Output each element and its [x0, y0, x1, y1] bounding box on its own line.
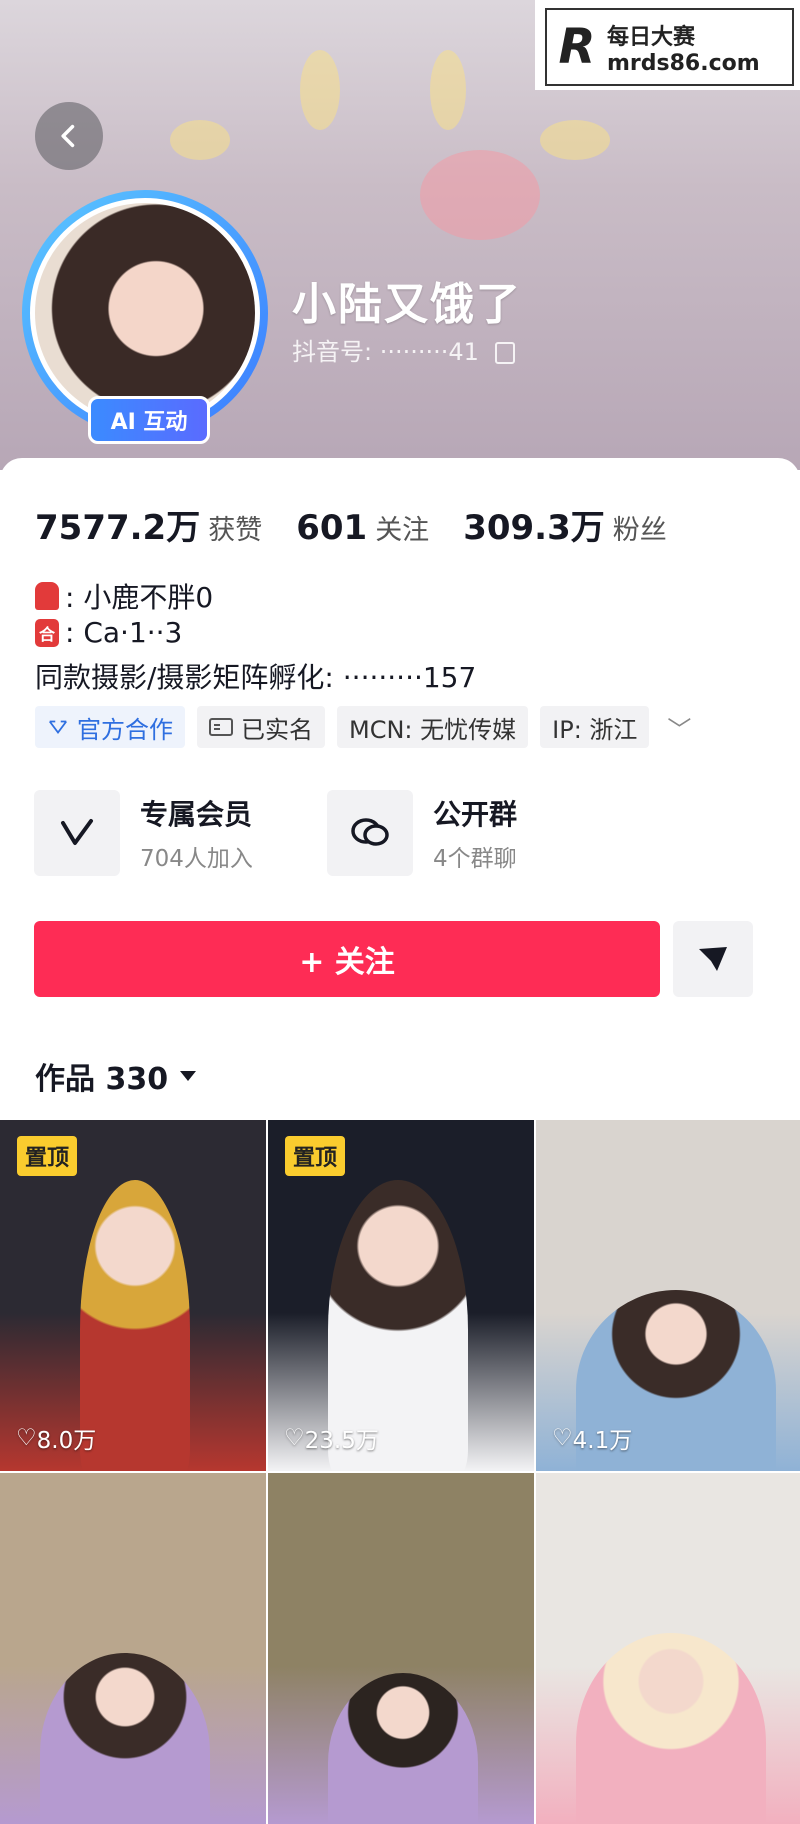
video-thumbnail[interactable]: [536, 1473, 800, 1824]
decor-sun-ray: [430, 50, 466, 130]
decor-bow: [420, 150, 540, 240]
video-likes: ♡ 8.0万: [16, 1421, 96, 1455]
avatar-photo: [35, 203, 255, 423]
membership-title: 专属会员: [140, 798, 253, 831]
douyin-id-text: 抖音号: ·········41: [292, 338, 479, 366]
bio-line-2: 合 : Ca·1··3: [35, 616, 182, 649]
douyin-id[interactable]: 抖音号: ·········41: [292, 332, 515, 367]
avatar[interactable]: [30, 198, 260, 428]
handshake-icon: [49, 720, 67, 735]
video-thumbnail[interactable]: [268, 1473, 534, 1824]
chevron-left-icon: [61, 124, 75, 148]
bio-line-3: 同款摄影/摄影矩阵孵化: ·········157: [35, 656, 476, 696]
v-member-icon: [34, 790, 120, 876]
bio-line-3-text: 同款摄影/摄影矩阵孵化: ·········157: [35, 661, 477, 694]
send-icon: [699, 947, 727, 971]
id-card-icon: [209, 718, 233, 736]
followers-count[interactable]: 309.3万: [463, 500, 605, 549]
likes-count: 8.0万: [36, 1428, 97, 1454]
watermark-title: 每日大赛: [607, 24, 696, 50]
group-title: 公开群: [433, 798, 518, 831]
group-subtitle: 4个群聊: [433, 846, 517, 872]
collab-badge-icon: 合: [35, 618, 59, 647]
tab-works[interactable]: 作品 330: [35, 1054, 198, 1098]
tag-ip-location[interactable]: IP: 浙江: [540, 706, 650, 748]
tag-mcn[interactable]: MCN: 无忧传媒: [337, 706, 529, 748]
copy-icon[interactable]: [494, 342, 515, 364]
likes-count: 7577.2万: [35, 508, 201, 548]
video-thumbnail[interactable]: [0, 1473, 266, 1824]
watermark-url: mrds86.com: [607, 50, 760, 76]
membership-subtitle: 704人加入: [140, 846, 253, 872]
tag-label: 已实名: [241, 715, 313, 744]
followers-label[interactable]: 粉丝: [613, 508, 667, 547]
pinned-badge: 置顶: [285, 1136, 346, 1176]
bio-line-1-text: : 小鹿不胖0: [65, 581, 214, 614]
red-scarf-icon: [35, 582, 59, 610]
video-likes: ♡ 23.5万: [284, 1421, 379, 1455]
following-label[interactable]: 关注: [375, 508, 429, 547]
thumbnail-figure: [80, 1180, 190, 1471]
works-tab-label: 作品 330: [35, 1062, 169, 1097]
tag-official-cooperation[interactable]: 官方合作: [35, 706, 185, 748]
watermark-logo: R: [558, 19, 596, 75]
video-likes: ♡ 4.1万: [552, 1421, 632, 1455]
public-group[interactable]: 公开群 4个群聊: [327, 790, 517, 876]
back-button[interactable]: [35, 102, 103, 170]
bio-line-1: : 小鹿不胖0: [35, 576, 213, 616]
pinned-badge: 置顶: [17, 1136, 78, 1176]
watermark-box: R 每日大赛 mrds86.com: [545, 8, 794, 86]
profile-nickname: 小陆又饿了: [292, 279, 522, 330]
tag-verified[interactable]: 已实名: [197, 706, 325, 748]
likes-count: 4.1万: [572, 1428, 633, 1454]
decor-sun-ray: [540, 120, 610, 160]
profile-stats: 7577.2万 获赞 601 关注 309.3万 粉丝: [35, 500, 701, 549]
exclusive-membership[interactable]: 专属会员 704人加入: [34, 790, 253, 876]
video-thumbnail[interactable]: 置顶 ♡ 23.5万: [268, 1120, 534, 1471]
video-thumbnail[interactable]: ♡ 4.1万: [536, 1120, 800, 1471]
video-thumbnail[interactable]: 置顶 ♡ 8.0万: [0, 1120, 266, 1471]
ai-interaction-badge[interactable]: AI 互动: [88, 396, 210, 444]
tag-label: IP: 浙江: [552, 715, 638, 744]
caret-down-icon: [180, 1071, 197, 1081]
follow-button[interactable]: + 关注: [34, 921, 660, 997]
tag-label: 官方合作: [77, 715, 173, 744]
chevron-down-icon[interactable]: ﹀: [667, 710, 691, 745]
following-count[interactable]: 601: [296, 508, 367, 548]
video-grid: 置顶 ♡ 8.0万 置顶 ♡ 23.5万 ♡ 4.1万: [0, 1120, 800, 1824]
decor-sun-ray: [170, 120, 230, 160]
chat-group-icon: [327, 790, 413, 876]
decor-sun-ray: [300, 50, 340, 130]
watermark: R 每日大赛 mrds86.com: [535, 0, 800, 90]
share-button[interactable]: [673, 921, 753, 997]
profile-tags: 官方合作 已实名 MCN: 无忧传媒 IP: 浙江 ﹀: [35, 706, 691, 748]
bio-line-2-text: : Ca·1··3: [65, 616, 183, 649]
likes-count: 23.5万: [304, 1428, 379, 1454]
likes-label: 获赞: [208, 515, 263, 546]
tag-label: MCN: 无忧传媒: [349, 715, 517, 744]
